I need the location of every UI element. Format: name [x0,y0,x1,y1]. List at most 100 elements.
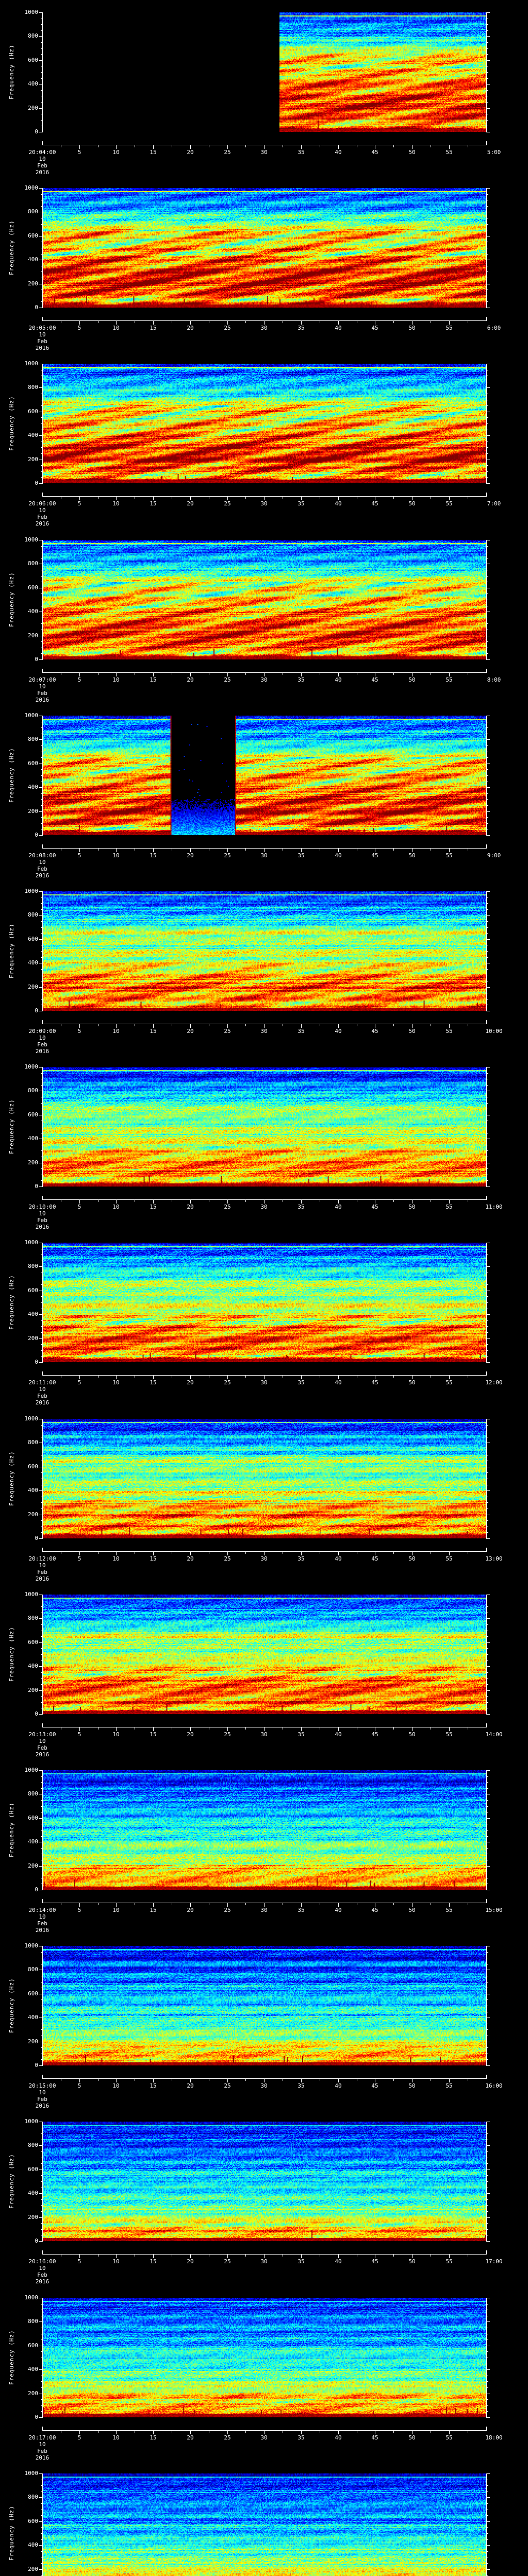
y-right-tick [487,2199,488,2200]
y-tick-label-0: 0 [35,1886,38,1893]
x-minor-tick [245,1903,246,1905]
y-major-tick [39,1690,42,1691]
x-tick-label-20: 20 [187,1379,194,1386]
spectrogram-image [43,2473,486,2576]
x-major-tick [227,1200,228,1204]
x-axis-end-time-label: 6:00 [487,325,501,331]
y-right-tick [487,2223,488,2224]
x-major-tick [449,673,450,676]
x-major-tick [116,2079,117,2082]
y-axis-line [42,1419,43,1539]
y-minor-tick [41,102,42,103]
y-right-tick [487,108,490,109]
x-axis-left-cap [42,1020,43,1024]
x-tick-label-10: 10 [112,1028,120,1035]
x-major-tick [153,1903,154,1907]
x-tick-label-15: 15 [150,2258,157,2265]
x-major-tick [227,145,228,149]
x-major-tick [301,145,302,149]
x-major-tick [190,2255,191,2258]
y-minor-tick [41,1332,42,1333]
spectrogram-image [43,2298,486,2417]
y-tick-label-1000: 1000 [24,888,39,894]
x-axis-date-line-2: Feb [37,1217,47,1224]
x-major-tick [79,1024,80,1028]
spectrogram-panel-201400: Frequency (Hz) 0 200 400 600 800 1000 5 10 15 20 25… [0,1758,528,1934]
y-right-tick [487,1362,490,1363]
x-major-tick [116,2431,117,2434]
y-right-tick [487,2539,488,2540]
y-right-tick [487,775,488,776]
y-minor-tick [41,1168,42,1169]
y-tick-label-200: 200 [28,2214,38,2221]
x-tick-label-25: 25 [224,1731,231,1738]
y-tick-label-600: 600 [28,1990,38,1997]
y-right-tick [487,835,490,836]
x-major-tick [449,1376,450,1379]
x-axis-date-line-2: Feb [37,1393,47,1399]
y-tick-label-800: 800 [28,736,38,742]
y-axis-line [42,12,43,132]
y-right-tick [487,2473,490,2474]
y-right-tick [487,447,488,448]
x-major-tick [449,849,450,852]
x-axis-date-line-1: 10 [39,331,46,338]
y-right-tick [487,1648,488,1649]
x-axis-line [42,496,487,497]
y-major-tick [39,435,42,436]
x-axis-right-cap [486,141,487,145]
x-tick-label-40: 40 [335,1028,342,1035]
y-right-tick [487,2065,490,2066]
x-major-tick [301,1552,302,1555]
y-axis-title: Frequency (Hz) [8,2154,15,2209]
y-major-tick [39,1866,42,1867]
x-major-tick [190,2079,191,2082]
x-tick-label-55: 55 [446,852,453,859]
y-minor-tick [41,623,42,624]
spectrogram-panel-200900: Frequency (Hz) 0 200 400 600 800 1000 5 10 15 20 25… [0,879,528,1055]
x-tick-label-15: 15 [150,1555,157,1562]
y-right-tick [487,465,488,466]
y-minor-tick [41,206,42,207]
y-tick-label-1000: 1000 [24,184,39,191]
y-right-tick [487,2485,488,2486]
x-tick-label-5: 5 [77,1555,81,1562]
x-major-tick [190,321,191,325]
y-axis-title: Frequency (Hz) [8,1099,15,1155]
x-axis-date-line-2: Feb [37,866,47,872]
x-major-tick [338,2431,339,2434]
x-tick-label-20: 20 [187,676,194,683]
x-axis-end-time-label: 8:00 [487,676,501,683]
y-tick-label-200: 200 [28,632,38,639]
x-tick-label-10: 10 [112,1731,120,1738]
x-axis-line [42,1199,487,1200]
x-axis-date-line-3: 2016 [35,1927,50,1934]
x-major-tick [79,2255,80,2258]
y-tick-label-200: 200 [28,1687,38,1693]
y-tick-label-600: 600 [28,936,38,942]
y-minor-tick [41,2387,42,2388]
x-major-tick [190,1024,191,1028]
y-major-tick [39,2545,42,2546]
y-right-tick [487,1818,490,1819]
y-tick-label-800: 800 [28,384,38,391]
x-axis-date-line-1: 10 [39,156,46,162]
x-minor-tick [393,1727,394,1730]
y-tick-label-1000: 1000 [24,712,39,719]
x-axis-start-time-label: 20:08:00 [28,852,56,859]
x-axis-right-cap [486,1899,487,1903]
y-right-tick [487,2211,488,2212]
x-major-tick [227,497,228,500]
y-right-tick [487,2175,488,2176]
y-tick-label-200: 200 [28,2390,38,2397]
y-tick-label-200: 200 [28,2038,38,2045]
y-right-tick [487,1702,488,1703]
x-tick-label-45: 45 [371,2434,378,2441]
y-tick-label-600: 600 [28,232,38,239]
y-minor-tick [41,1684,42,1685]
y-minor-tick [41,2059,42,2060]
x-major-tick [79,2431,80,2434]
x-tick-label-20: 20 [187,149,194,156]
y-right-tick [487,1776,488,1777]
y-minor-tick [41,2539,42,2540]
